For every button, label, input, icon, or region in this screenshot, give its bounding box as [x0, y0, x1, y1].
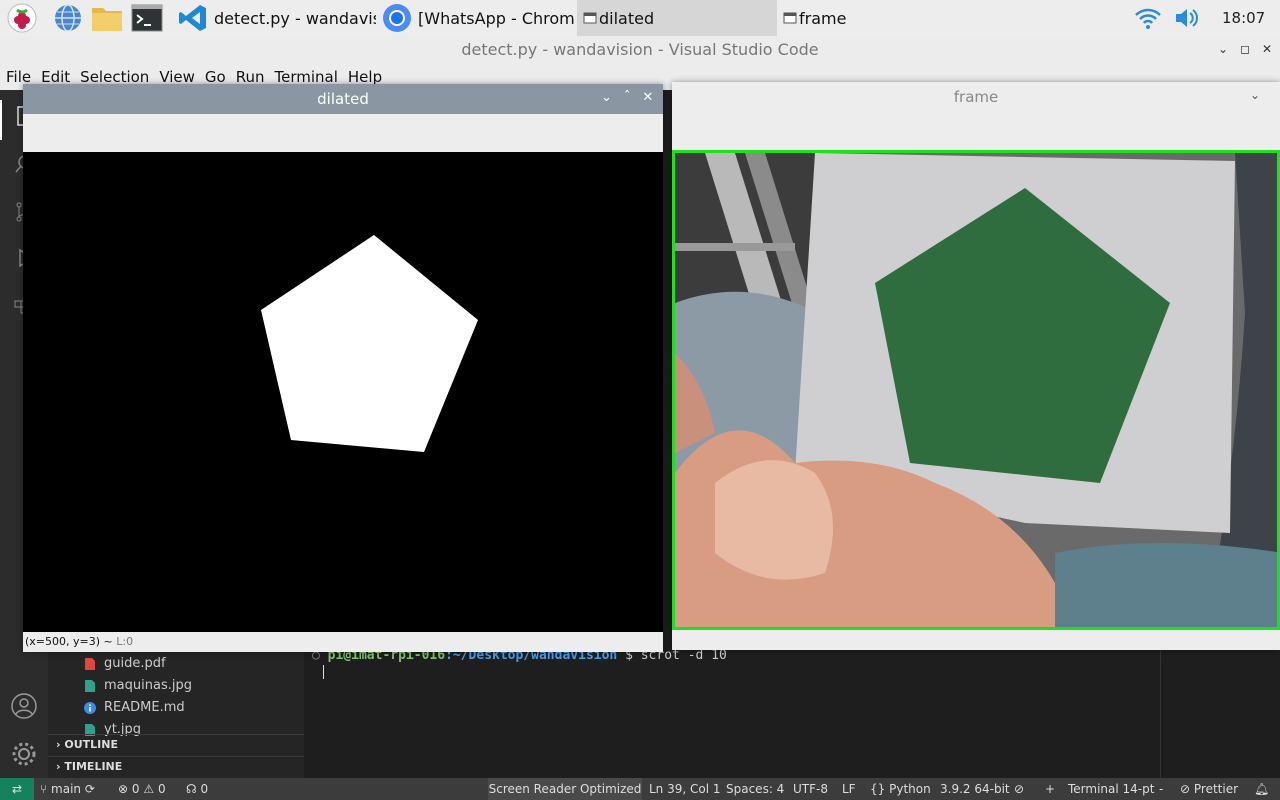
clock[interactable]: 18:07: [1222, 0, 1265, 36]
pdf-icon: [84, 657, 96, 671]
camera-frame-image: [672, 150, 1280, 630]
new-terminal-button[interactable]: +: [1045, 778, 1055, 800]
file-maquinas-jpg[interactable]: maquinas.jpg: [84, 675, 192, 697]
pixel-coordinates: (x=500, y=3) ~: [25, 635, 113, 648]
errors-count: 0: [131, 782, 140, 796]
window-controls: ⌄ ◻ ✕: [1218, 42, 1272, 56]
file-manager-icon[interactable]: [91, 2, 123, 34]
dilated-status-bar: (x=500, y=3) ~ L:0: [25, 635, 133, 648]
branch-icon: ⑂: [40, 782, 48, 796]
taskbar-window-vscode[interactable]: detect.py - wandavisi...: [172, 0, 376, 36]
language-mode[interactable]: {} Python: [870, 778, 931, 800]
white-pentagon-shape: [261, 235, 478, 452]
remote-icon: ⇄: [11, 782, 23, 796]
separator: -: [1159, 782, 1164, 796]
window-icon: [583, 11, 597, 25]
frame-window-title[interactable]: frame: [672, 82, 1280, 112]
ports-count: 0: [200, 782, 209, 796]
info-icon: [84, 702, 96, 714]
prettier-icon: ⊘: [1180, 782, 1191, 796]
error-icon: ⊗: [118, 782, 129, 796]
python-interpreter[interactable]: 3.9.2 64-bit: [940, 778, 1010, 800]
window-icon: [783, 11, 797, 25]
warning-icon: ⚠: [143, 782, 155, 796]
prettier-status[interactable]: ⊘ Prettier: [1180, 778, 1238, 800]
taskbar-window-label: detect.py - wandavisi...: [214, 8, 376, 28]
language-label: Python: [889, 782, 931, 796]
ports-indicator[interactable]: ☊ 0: [186, 778, 208, 800]
raspberry-menu-icon[interactable]: [6, 2, 38, 34]
section-label: TIMELINE: [64, 760, 123, 773]
camera-scene: [675, 153, 1277, 627]
panel-divider: [1160, 650, 1161, 778]
dilated-window-controls: ⌄ ˆ ✕: [601, 90, 653, 105]
terminal-cursor: [323, 665, 324, 679]
dilated-mask: [261, 235, 478, 452]
dilated-mask-image: [23, 152, 663, 632]
pixel-value: L:0: [116, 635, 134, 648]
browser-globe-icon[interactable]: [52, 2, 84, 34]
chevron-right-icon: ›: [56, 738, 61, 751]
remote-indicator[interactable]: ⇄: [0, 778, 34, 800]
maximize-icon[interactable]: ◻: [1240, 42, 1250, 56]
status-bar: ⇄ ⑂ main ⟳ ⊗ 0 ⚠ 0 ☊ 0 Screen Reader Opt…: [0, 778, 1280, 800]
taskbar-window-dilated[interactable]: dilated: [577, 0, 777, 36]
broadcast-icon: ☊: [186, 782, 197, 796]
taskbar-window-label: [WhatsApp - Chromiu...: [418, 8, 576, 28]
volume-icon[interactable]: [1174, 6, 1202, 30]
no-broadcast-icon[interactable]: ⊘: [1014, 778, 1024, 800]
chevron-down-icon[interactable]: ⌄: [1218, 42, 1228, 56]
file-readme-md[interactable]: README.md: [84, 697, 185, 719]
accounts-icon[interactable]: [10, 692, 38, 720]
close-icon[interactable]: ✕: [642, 90, 653, 105]
encoding[interactable]: UTF-8: [793, 778, 828, 800]
close-icon[interactable]: ✕: [1262, 42, 1272, 56]
screen-reader-mode[interactable]: Screen Reader Optimized: [488, 778, 642, 800]
chevron-right-icon: ›: [56, 760, 61, 773]
terminal-icon[interactable]: [131, 2, 163, 34]
file-label: README.md: [104, 700, 185, 715]
chevron-down-icon[interactable]: ⌄: [1250, 88, 1260, 102]
taskbar-window-frame[interactable]: frame: [777, 0, 977, 36]
section-label: OUTLINE: [64, 738, 118, 751]
section-outline[interactable]: › OUTLINE: [56, 734, 118, 756]
gear-icon[interactable]: [10, 740, 38, 768]
problems-indicator[interactable]: ⊗ 0 ⚠ 0: [118, 778, 166, 800]
taskbar: detect.py - wandavisi... [WhatsApp - Chr…: [0, 0, 1280, 36]
file-guide-pdf[interactable]: guide.pdf: [84, 653, 166, 675]
terminal-font-size[interactable]: Terminal 14-pt: [1068, 778, 1154, 800]
section-timeline[interactable]: › TIMELINE: [56, 756, 122, 778]
prettier-label: Prettier: [1193, 782, 1239, 796]
window-title: detect.py - wandavision - Visual Studio …: [0, 36, 1280, 64]
wifi-icon[interactable]: [1134, 6, 1162, 30]
notifications-bell-icon[interactable]: 🔔︎: [1254, 778, 1269, 800]
taskbar-window-label: frame: [799, 8, 847, 28]
git-branch[interactable]: ⑂ main ⟳: [40, 778, 95, 800]
cursor-position[interactable]: Ln 39, Col 1: [649, 778, 721, 800]
dilated-window-title[interactable]: dilated: [23, 84, 663, 114]
vscode-icon: [178, 3, 208, 33]
branch-label: main: [51, 782, 82, 796]
taskbar-window-label: dilated: [599, 8, 655, 28]
chevron-up-icon[interactable]: ˆ: [624, 90, 631, 105]
sync-icon: ⟳: [84, 782, 95, 796]
image-icon: [84, 679, 96, 693]
dilated-window: dilated ⌄ ˆ ✕ (x=500, y=3) ~ L:0: [23, 84, 663, 652]
warnings-count: 0: [157, 782, 166, 796]
line-ending[interactable]: LF: [842, 778, 856, 800]
chevron-down-icon[interactable]: ⌄: [601, 90, 612, 105]
braces-icon: {}: [870, 782, 886, 796]
file-label: maquinas.jpg: [104, 678, 192, 693]
chromium-icon: [382, 3, 412, 33]
file-label: guide.pdf: [104, 656, 166, 671]
indentation[interactable]: Spaces: 4: [726, 778, 784, 800]
active-indicator: [0, 100, 2, 140]
taskbar-window-chromium[interactable]: [WhatsApp - Chromiu...: [376, 0, 576, 36]
frame-window: frame ⌄: [672, 82, 1280, 650]
